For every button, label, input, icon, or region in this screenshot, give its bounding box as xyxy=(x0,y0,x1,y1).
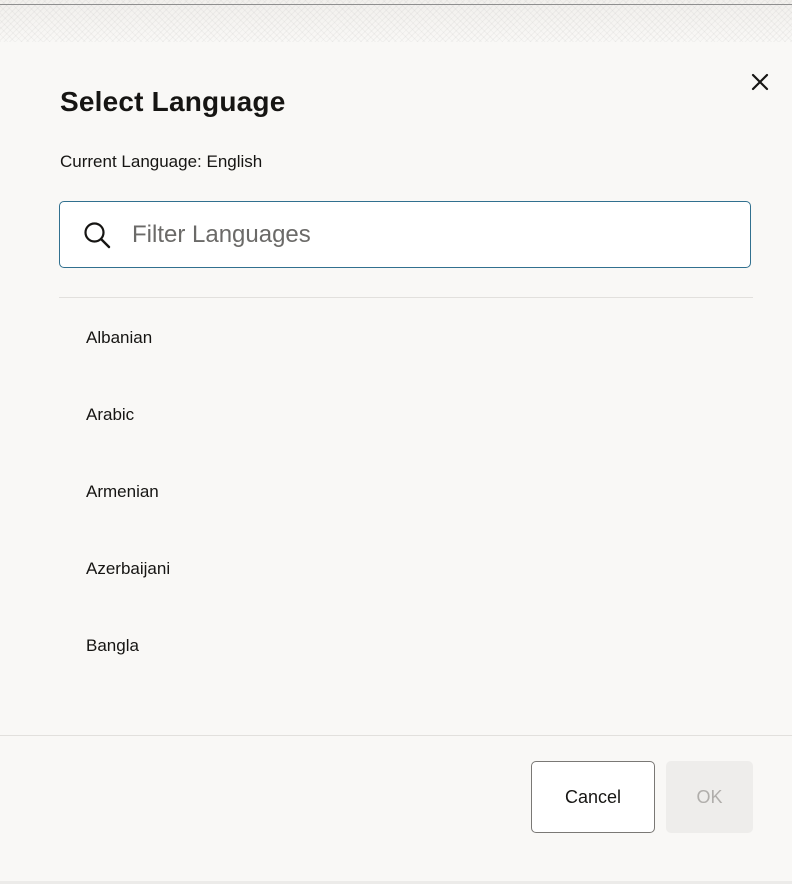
close-icon xyxy=(751,73,769,91)
language-option-bangla[interactable]: Bangla xyxy=(59,610,753,687)
current-language-label: Current Language: English xyxy=(60,152,263,171)
search-icon xyxy=(84,222,111,249)
background-texture xyxy=(0,0,792,42)
ok-button[interactable]: OK xyxy=(666,761,753,833)
language-option-azerbaijani[interactable]: Azerbaijani xyxy=(59,533,753,610)
language-option-arabic[interactable]: Arabic xyxy=(59,379,753,456)
footer-divider xyxy=(0,735,792,736)
filter-languages-input[interactable] xyxy=(130,214,734,256)
language-option-armenian[interactable]: Armenian xyxy=(59,456,753,533)
cancel-button[interactable]: Cancel xyxy=(531,761,655,833)
dialog-title: Select Language xyxy=(60,86,286,117)
list-divider xyxy=(59,297,753,298)
language-list: Albanian Arabic Armenian Azerbaijani Ban… xyxy=(59,302,753,687)
language-option-albanian[interactable]: Albanian xyxy=(59,302,753,379)
close-button[interactable] xyxy=(744,66,776,98)
top-border-line xyxy=(0,4,792,5)
filter-languages-field[interactable] xyxy=(59,201,751,268)
